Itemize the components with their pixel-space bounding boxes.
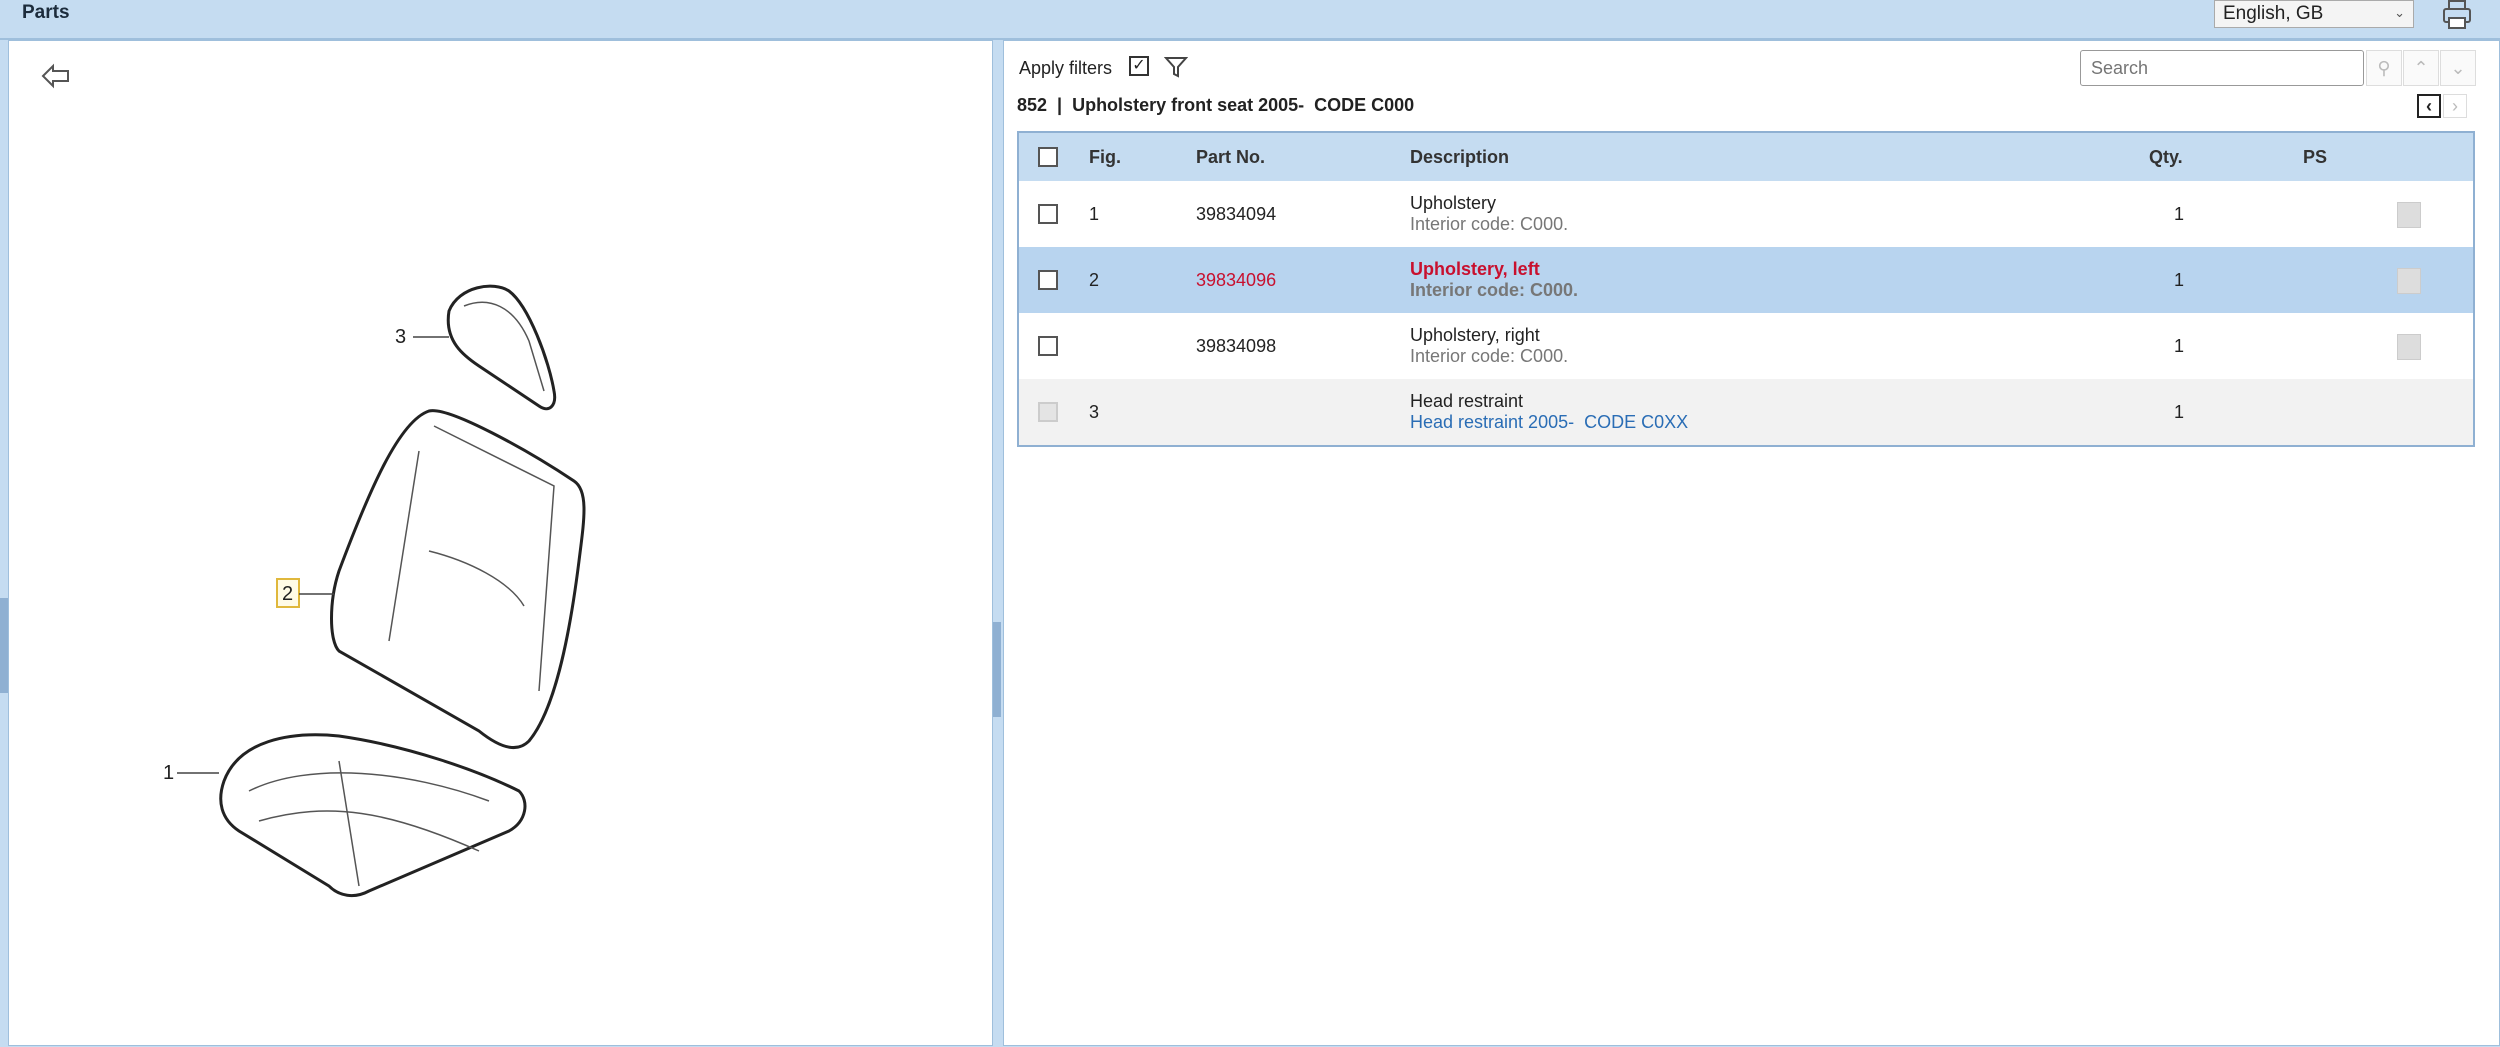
next-group-button[interactable]: › [2443,94,2467,118]
backrest-shape [330,409,586,750]
description-main: Upholstery [1410,193,1497,213]
qty: 1 [2174,401,2185,422]
table-row[interactable]: 3 Head restraint Head restraint 2005- COD… [1019,379,2473,445]
table-header: Fig. Part No. Description Qty. PS [1019,133,2473,181]
description: Upholstery, right Interior code: C000. [1410,313,1568,379]
part-no[interactable]: 39834096 [1196,247,1276,313]
fig: 2 [1089,269,1100,290]
qty: 1 [2174,335,2185,356]
top-bar: Parts English, GB ⌄ [0,0,2500,40]
note-icon[interactable] [2397,202,2421,228]
description: Upholstery, left Interior code: C000. [1410,247,1578,313]
left-collapse-handle[interactable] [0,598,8,693]
callout-label-1[interactable]: 1 [163,762,174,784]
search-input[interactable] [2080,50,2364,86]
description-sub: Interior code: C000. [1410,280,1579,300]
parts-table: Fig. Part No. Description Qty. PS 1 3983… [1017,131,2475,447]
fig: 1 [1089,203,1100,224]
table-row[interactable]: 39834098 Upholstery, right Interior code:… [1019,313,2473,379]
filter-icon[interactable] [1163,55,1189,84]
language-select[interactable]: English, GB ⌄ [2214,0,2414,28]
row-checkbox-disabled [1038,402,1058,422]
part-no[interactable]: 39834098 [1196,313,1276,379]
description-sub: Interior code: C000. [1410,346,1569,366]
part-no[interactable]: 39834094 [1196,181,1276,247]
table-row-selected[interactable]: 2 39834096 Upholstery, left Interior code… [1019,247,2473,313]
head-restraint-link[interactable]: Head restraint 2005- CODE C0XX [1410,412,1688,433]
chevron-down-icon: ⌄ [2394,5,2405,20]
apply-filters-checkbox[interactable]: ✓ [1129,56,1149,76]
row-checkbox[interactable] [1038,270,1058,290]
description-main: Upholstery, right [1410,325,1540,345]
prev-group-button[interactable]: ‹ [2417,94,2441,118]
splitter-handle[interactable] [993,622,1001,717]
page-title: Parts [22,2,70,23]
select-all-checkbox[interactable] [1038,147,1058,167]
col-description[interactable]: Description [1410,133,1509,181]
note-icon[interactable] [2397,334,2421,360]
col-ps[interactable]: PS [2303,133,2327,181]
col-fig[interactable]: Fig. [1089,133,1121,181]
fig: 3 [1089,401,1100,422]
search-next-button[interactable]: ⌄ [2440,50,2476,86]
group-title: 852 | Upholstery front seat 2005- CODE C… [1017,95,1415,115]
callout-label-3[interactable]: 3 [395,326,406,348]
apply-filters-label: Apply filters [1019,58,1113,78]
callout-label-2[interactable]: 2 [282,583,293,605]
qty: 1 [2174,269,2185,290]
row-checkbox[interactable] [1038,336,1058,356]
note-icon[interactable] [2397,268,2421,294]
search-prev-button[interactable]: ⌃ [2403,50,2439,86]
table-row[interactable]: 1 39834094 Upholstery Interior code: C000… [1019,181,2473,247]
diagram-panel: 3 1 2 [8,40,993,1046]
description-sub: Interior code: C000. [1410,214,1569,234]
description: Head restraint Head restraint 2005- CODE … [1410,379,1688,445]
seat-diagram: 3 1 2 [163,284,586,898]
col-part-no[interactable]: Part No. [1196,133,1265,181]
row-checkbox[interactable] [1038,204,1058,224]
col-qty[interactable]: Qty. [2149,133,2183,181]
search-icon[interactable]: ⚲ [2366,50,2402,86]
description: Upholstery Interior code: C000. [1410,181,1568,247]
qty: 1 [2174,203,2185,224]
language-value: English, GB [2223,3,2324,24]
description-main: Head restraint [1410,391,1524,411]
print-icon[interactable] [2440,0,2474,30]
parts-panel: Apply filters ✓ ⚲ ⌃ ⌄ 852 | Upholstery f… [1003,40,2500,1046]
headrest-shape [446,284,557,411]
description-main: Upholstery, left [1410,259,1540,279]
